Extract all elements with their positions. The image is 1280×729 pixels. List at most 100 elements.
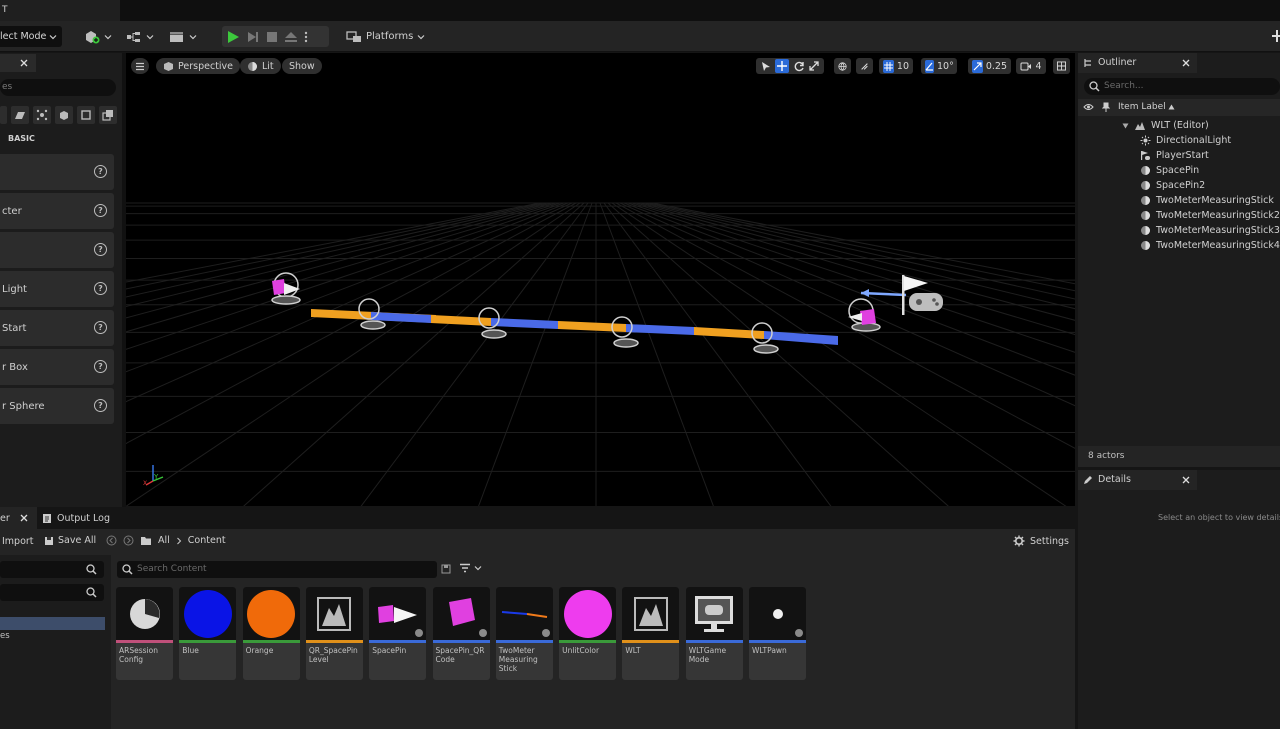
viewport-options-button[interactable]: [131, 58, 149, 74]
outliner-item[interactable]: TwoMeterMeasuringStick2: [1140, 208, 1280, 223]
outliner-item[interactable]: SpacePin: [1140, 163, 1199, 178]
help-icon[interactable]: ?: [94, 360, 107, 373]
paths-search-input[interactable]: [0, 584, 104, 601]
asset-tile[interactable]: QR_SpacePin Level: [305, 587, 363, 680]
outliner-item[interactable]: TwoMeterMeasuringStick: [1140, 193, 1274, 208]
viewport-layout-button[interactable]: [1053, 58, 1070, 74]
category-lights-icon[interactable]: [33, 106, 51, 124]
close-icon[interactable]: [1182, 476, 1190, 484]
surface-snap-toggle[interactable]: [856, 58, 873, 74]
select-arrow-icon[interactable]: [761, 61, 771, 72]
camera-speed-button[interactable]: 4: [1016, 58, 1046, 74]
outliner-item[interactable]: DirectionalLight: [1140, 133, 1231, 148]
skip-frame-icon[interactable]: [246, 30, 260, 44]
show-button[interactable]: Show: [282, 58, 322, 74]
forward-icon[interactable]: [123, 535, 134, 546]
details-tab[interactable]: Details: [1078, 470, 1197, 490]
asset-tile[interactable]: UnlitColor: [559, 587, 617, 680]
close-icon[interactable]: [20, 59, 28, 67]
place-actors-search-input[interactable]: es: [0, 79, 116, 96]
close-icon[interactable]: [1182, 59, 1190, 67]
blueprints-button[interactable]: [126, 26, 154, 47]
item-label-column[interactable]: Item Label: [1118, 102, 1166, 112]
visibility-eye-icon[interactable]: [1083, 103, 1094, 111]
category-volumes-icon[interactable]: [77, 106, 95, 124]
asset-tile[interactable]: Blue: [179, 587, 237, 680]
place-actor-item[interactable]: ?: [0, 232, 114, 268]
content-search-input[interactable]: Search Content: [117, 561, 437, 578]
filter-button[interactable]: [459, 563, 482, 573]
asset-tile[interactable]: ARSession Config: [116, 587, 173, 680]
outliner-item[interactable]: TwoMeterMeasuringStick3: [1140, 223, 1280, 238]
add-content-button[interactable]: [84, 26, 112, 47]
pin-icon[interactable]: [1102, 102, 1110, 113]
place-actor-item[interactable]: Start?: [0, 310, 114, 346]
place-actor-item[interactable]: r Box?: [0, 349, 114, 385]
stop-icon[interactable]: [266, 31, 278, 43]
platforms-button[interactable]: Platforms: [346, 26, 425, 47]
asset-tile[interactable]: Orange: [242, 587, 300, 680]
place-actor-item[interactable]: ?: [0, 154, 114, 190]
level-viewport[interactable]: Y X Perspective Lit Show 10 10° 0.25 4: [126, 53, 1075, 506]
view-mode-button[interactable]: Lit: [240, 58, 281, 74]
asset-tile[interactable]: WLTPawn: [749, 587, 806, 680]
close-icon[interactable]: [20, 514, 28, 522]
mode-select-button[interactable]: lect Mode: [0, 26, 62, 47]
category-all-classes-icon[interactable]: [99, 106, 117, 124]
help-icon[interactable]: ?: [94, 321, 107, 334]
scale-snap-button[interactable]: 0.25: [968, 58, 1011, 74]
chevron-down-icon[interactable]: [1122, 123, 1129, 129]
place-actor-item[interactable]: r Sphere?: [0, 388, 114, 424]
place-actors-tab[interactable]: [0, 54, 36, 72]
world-local-toggle[interactable]: [834, 58, 851, 74]
help-icon[interactable]: ?: [94, 399, 107, 412]
breadcrumb-content[interactable]: Content: [188, 535, 226, 546]
perspective-button[interactable]: Perspective: [156, 58, 241, 74]
level-tab[interactable]: T: [0, 0, 120, 21]
rotation-snap-button[interactable]: 10°: [921, 58, 957, 74]
asset-tile[interactable]: SpacePin_QR Code: [432, 587, 490, 680]
sort-ascending-icon[interactable]: [1168, 104, 1175, 110]
place-actor-item[interactable]: cter?: [0, 193, 114, 229]
outliner-tab[interactable]: Outliner: [1078, 53, 1197, 73]
eject-icon[interactable]: [284, 31, 298, 43]
outliner-root-item[interactable]: WLT (Editor): [1122, 118, 1209, 133]
settings-cut-icon[interactable]: [1272, 26, 1280, 46]
folder-tree-item[interactable]: es: [0, 631, 10, 641]
move-tool-icon[interactable]: [775, 59, 790, 73]
scale-tool-icon[interactable]: [809, 61, 819, 71]
outliner-item[interactable]: SpacePin2: [1140, 178, 1205, 193]
asset-tile[interactable]: TwoMeter Measuring Stick: [495, 587, 553, 680]
help-icon[interactable]: ?: [94, 204, 107, 217]
help-icon[interactable]: ?: [94, 282, 107, 295]
more-options-icon[interactable]: [304, 30, 308, 44]
category-basic-icon[interactable]: [11, 106, 29, 124]
play-icon[interactable]: [226, 30, 240, 44]
grid-snap-button[interactable]: 10: [879, 58, 913, 74]
help-icon[interactable]: ?: [94, 243, 107, 256]
output-log-tab[interactable]: Output Log: [42, 507, 110, 529]
asset-tile[interactable]: WLT: [622, 587, 680, 680]
show-label: Show: [289, 60, 315, 72]
breadcrumb-all[interactable]: All: [158, 535, 170, 546]
cinematics-button[interactable]: [169, 26, 197, 47]
help-icon[interactable]: ?: [94, 165, 107, 178]
outliner-search-input[interactable]: Search...: [1084, 78, 1280, 95]
rotate-tool-icon[interactable]: [794, 61, 805, 72]
category-recent-icon[interactable]: [0, 106, 7, 124]
back-icon[interactable]: [106, 535, 117, 546]
save-search-icon[interactable]: [441, 564, 451, 574]
sources-search-input[interactable]: [0, 561, 104, 578]
folder-icon[interactable]: [140, 536, 152, 546]
place-actor-item[interactable]: Light?: [0, 271, 114, 307]
asset-tile[interactable]: WLTGame Mode: [685, 587, 743, 680]
asset-tile[interactable]: SpacePin: [369, 587, 427, 680]
cb-settings-button[interactable]: Settings: [1013, 535, 1069, 547]
outliner-item[interactable]: TwoMeterMeasuringStick4: [1140, 238, 1280, 253]
save-all-button[interactable]: Save All: [44, 535, 96, 546]
content-browser-tab[interactable]: er: [0, 507, 37, 529]
category-shapes-icon[interactable]: [55, 106, 73, 124]
outliner-item[interactable]: PlayerStart: [1140, 148, 1209, 163]
import-button[interactable]: Import: [2, 536, 34, 547]
selected-folder-row[interactable]: [0, 617, 105, 630]
